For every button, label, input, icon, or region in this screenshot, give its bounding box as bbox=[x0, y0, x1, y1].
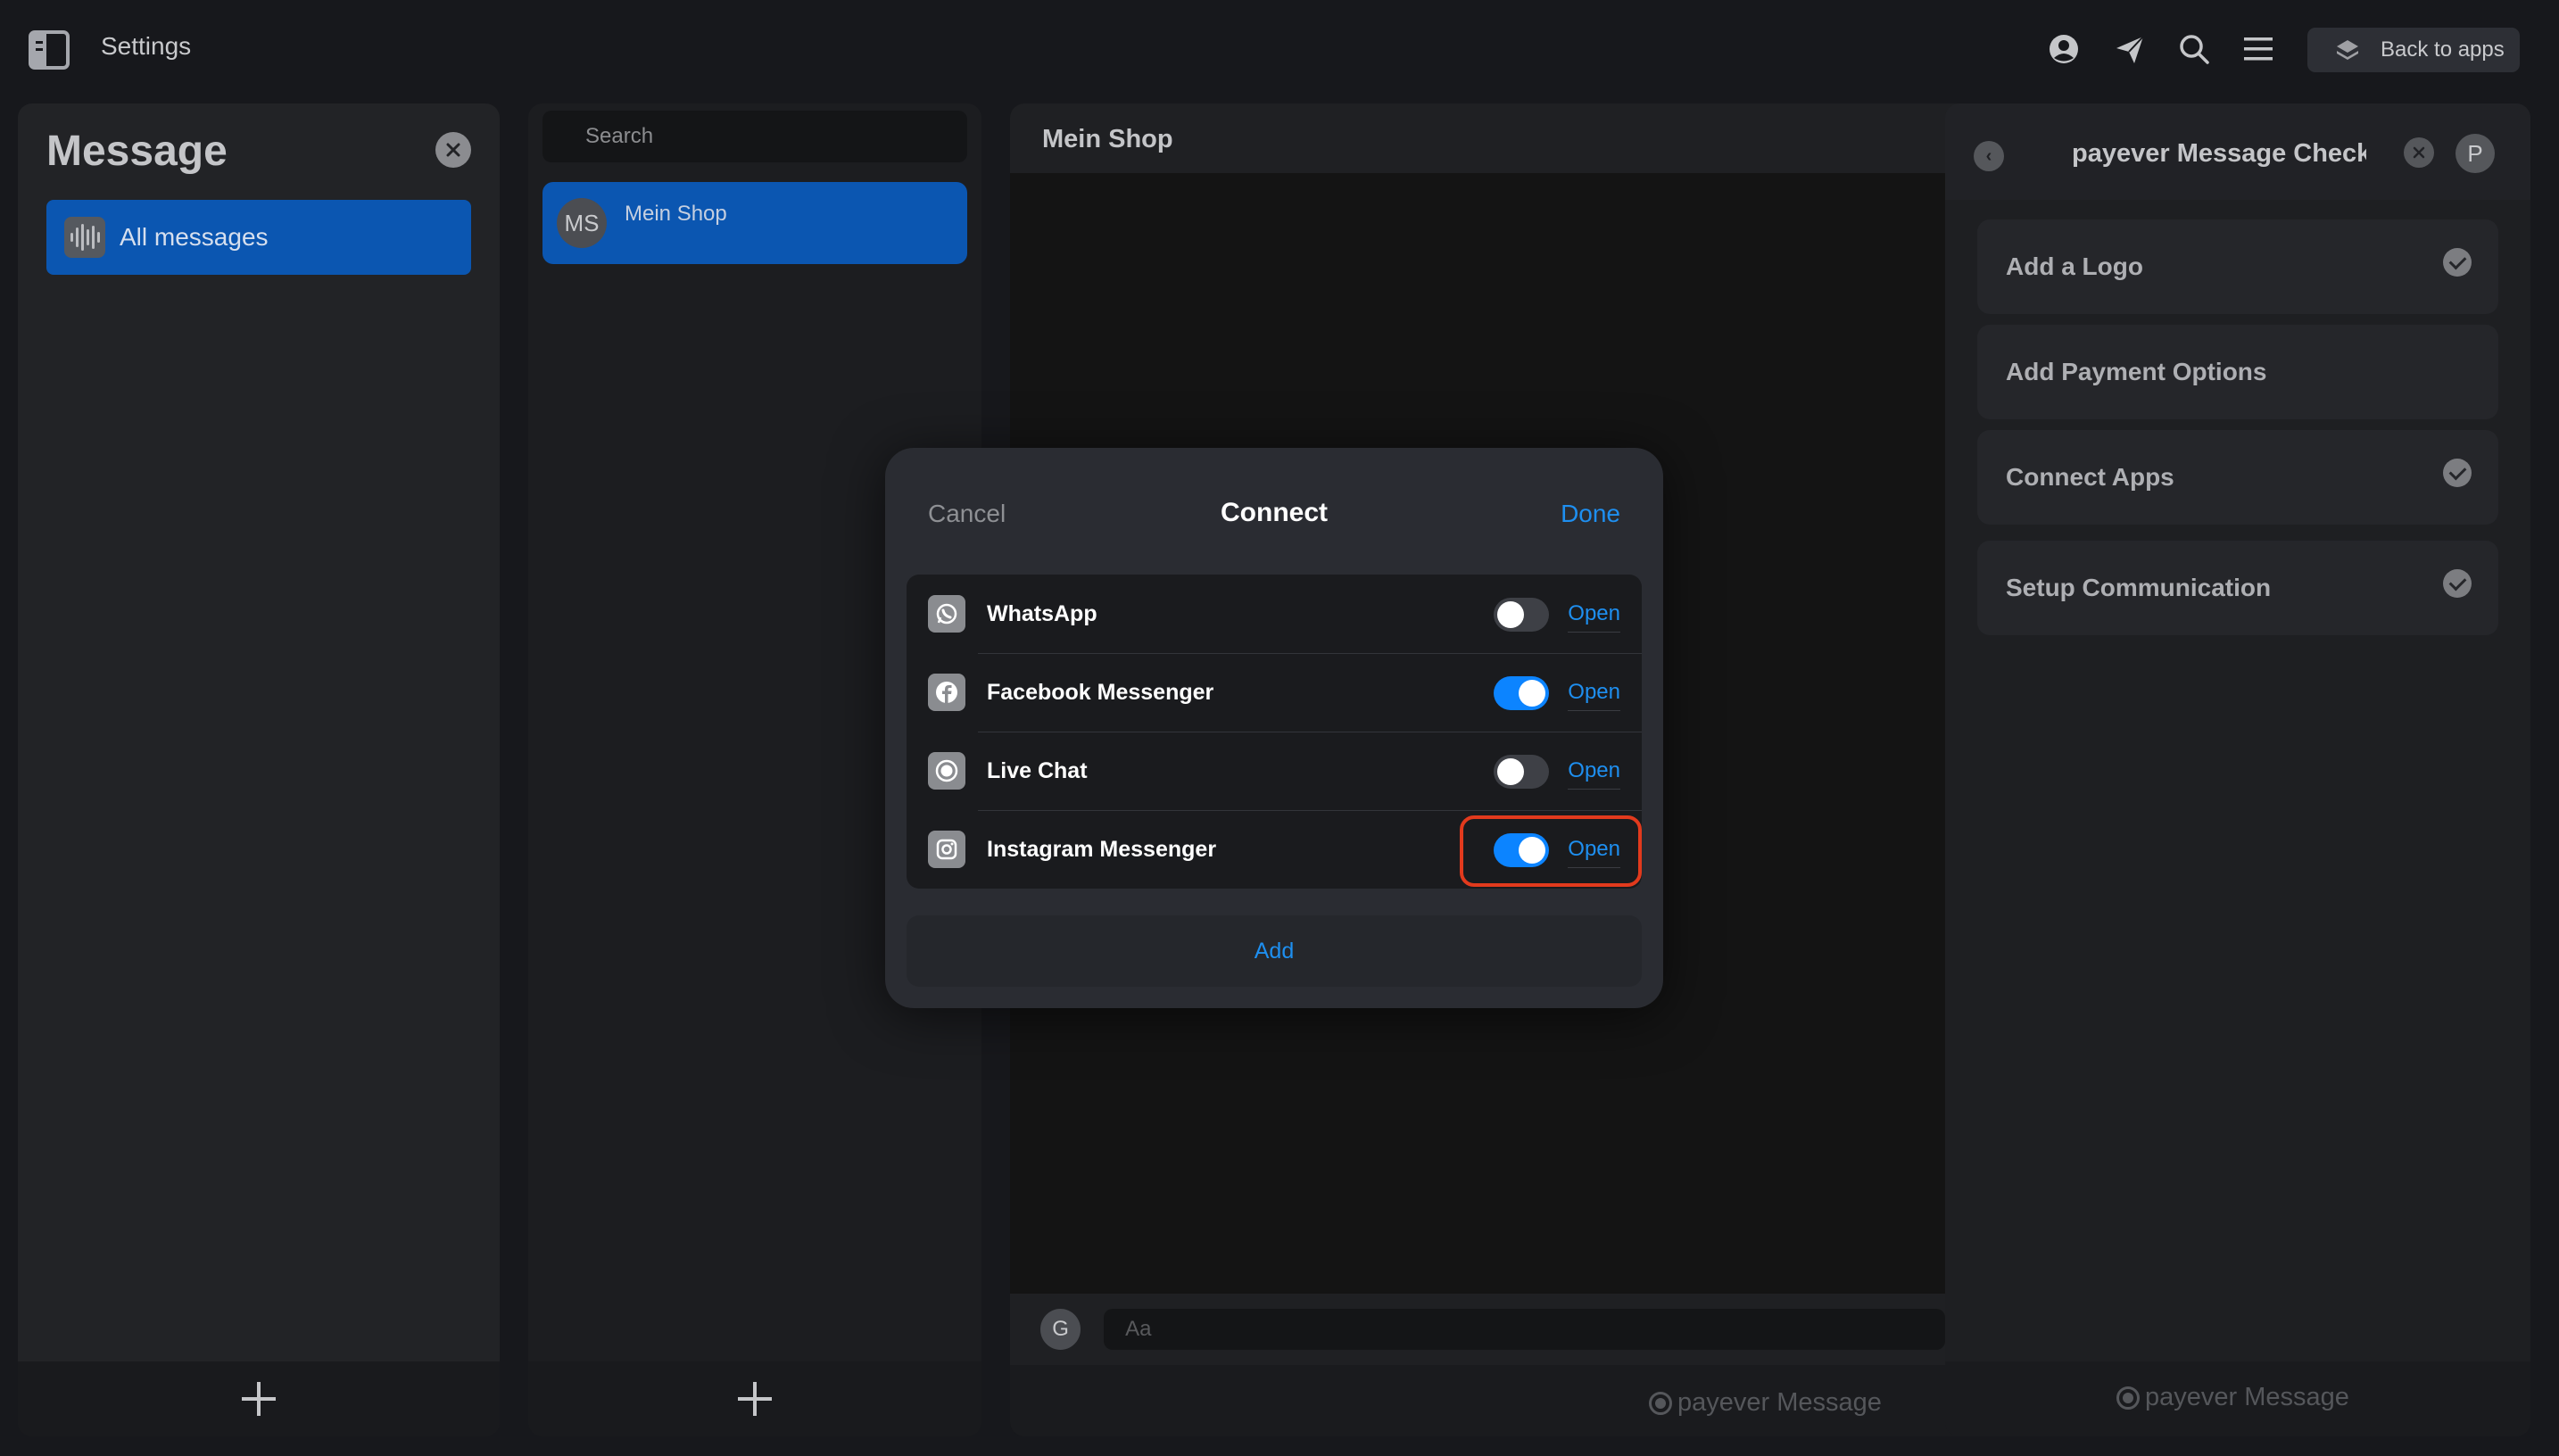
brand-icon bbox=[1649, 1391, 1672, 1415]
back-to-apps-label: Back to apps bbox=[2381, 37, 2505, 62]
channel-row-facebook-messenger: Facebook Messenger Open bbox=[907, 653, 1642, 732]
checklist-item[interactable]: Setup Communication bbox=[1977, 541, 2498, 635]
folder-item-label: All messages bbox=[120, 223, 269, 251]
modal-title: Connect bbox=[1221, 498, 1328, 527]
checklist-item-label: Setup Communication bbox=[2006, 574, 2272, 601]
brand-logo: payever Message bbox=[2116, 1383, 2349, 1412]
channel-name: Instagram Messenger bbox=[987, 836, 1217, 862]
highlight-annotation bbox=[1460, 815, 1642, 887]
checklist-item[interactable]: Add a Logo bbox=[1977, 219, 2498, 314]
channel-row-whatsapp: WhatsApp Open bbox=[907, 575, 1642, 653]
folders-footer bbox=[18, 1361, 500, 1436]
sidebar-toggle-icon[interactable] bbox=[29, 30, 70, 70]
check-icon bbox=[2443, 459, 2472, 487]
checklist-header: ‹ payever Message Checklis... P bbox=[1945, 103, 2530, 200]
close-folders-button[interactable] bbox=[435, 132, 471, 168]
checklist-item-label: Connect Apps bbox=[2006, 463, 2174, 491]
checklist-item[interactable]: Connect Apps bbox=[1977, 430, 2498, 525]
close-icon bbox=[2413, 146, 2425, 159]
add-folder-plus-icon[interactable] bbox=[242, 1382, 276, 1416]
add-conversation-plus-icon[interactable] bbox=[738, 1382, 772, 1416]
check-icon bbox=[2443, 569, 2472, 598]
instagram-icon bbox=[928, 831, 965, 868]
layers-icon bbox=[2337, 40, 2358, 60]
whatsapp-icon bbox=[928, 595, 965, 633]
brand-text: payever Message bbox=[2145, 1383, 2349, 1411]
search-input[interactable]: Search bbox=[542, 111, 967, 162]
folders-panel: Message All messages bbox=[18, 103, 500, 1436]
channel-name: WhatsApp bbox=[987, 600, 1097, 626]
brand-text: payever Message bbox=[1677, 1388, 1882, 1417]
user-avatar[interactable]: G bbox=[1040, 1309, 1081, 1350]
folder-item-all-messages[interactable]: All messages bbox=[46, 200, 471, 275]
conversations-footer bbox=[528, 1361, 981, 1436]
user-circle-icon[interactable] bbox=[2047, 32, 2081, 66]
avatar[interactable]: P bbox=[2455, 134, 2495, 173]
channel-row-live-chat: Live Chat Open bbox=[907, 732, 1642, 810]
close-icon bbox=[446, 143, 460, 157]
checklist-panel: ‹ payever Message Checklis... P Add a Lo… bbox=[1945, 103, 2530, 1436]
menu-icon[interactable] bbox=[2241, 32, 2275, 66]
checklist-item-label: Add a Logo bbox=[2006, 252, 2143, 280]
close-checklist-button[interactable] bbox=[2404, 137, 2434, 168]
brand-icon bbox=[2116, 1386, 2140, 1410]
channel-name: Live Chat bbox=[987, 757, 1088, 783]
waveform-icon bbox=[64, 217, 105, 258]
connect-modal: Cancel Connect Done WhatsApp Open Facebo… bbox=[885, 448, 1663, 1008]
back-arrow-icon[interactable]: ‹ bbox=[1974, 141, 2004, 171]
send-icon[interactable] bbox=[2113, 32, 2147, 66]
conversation-item[interactable]: MS Mein Shop bbox=[542, 182, 967, 264]
topbar-title[interactable]: Settings bbox=[101, 32, 191, 61]
checklist-footer: payever Message bbox=[1945, 1361, 2530, 1436]
live-chat-toggle[interactable] bbox=[1494, 755, 1549, 789]
avatar: MS bbox=[557, 198, 607, 248]
checklist-item-label: Add Payment Options bbox=[2006, 358, 2267, 385]
conversation-name: Mein Shop bbox=[625, 202, 727, 226]
facebook-messenger-toggle[interactable] bbox=[1494, 676, 1549, 710]
checklist-item[interactable]: Add Payment Options bbox=[1977, 325, 2498, 419]
done-button[interactable]: Done bbox=[1561, 500, 1620, 528]
open-whatsapp-link[interactable]: Open bbox=[1568, 601, 1620, 633]
whatsapp-toggle[interactable] bbox=[1494, 598, 1549, 632]
add-button[interactable]: Add bbox=[907, 915, 1642, 987]
folders-title: Message bbox=[46, 128, 228, 175]
channel-name: Facebook Messenger bbox=[987, 679, 1214, 705]
chat-input-bar: G Aa bbox=[1010, 1294, 1945, 1365]
open-facebook-messenger-link[interactable]: Open bbox=[1568, 680, 1620, 711]
brand-logo: payever Message bbox=[1649, 1388, 1882, 1418]
checklist-title: payever Message Checklis... bbox=[2072, 139, 2366, 168]
back-to-apps-button[interactable]: Back to apps bbox=[2307, 28, 2520, 72]
message-input[interactable]: Aa bbox=[1104, 1309, 1945, 1350]
search-icon[interactable] bbox=[2177, 32, 2211, 66]
top-bar: Settings Back to apps bbox=[0, 0, 2559, 100]
check-icon bbox=[2443, 248, 2472, 277]
open-live-chat-link[interactable]: Open bbox=[1568, 758, 1620, 790]
facebook-icon bbox=[928, 674, 965, 711]
live-chat-icon bbox=[928, 752, 965, 790]
